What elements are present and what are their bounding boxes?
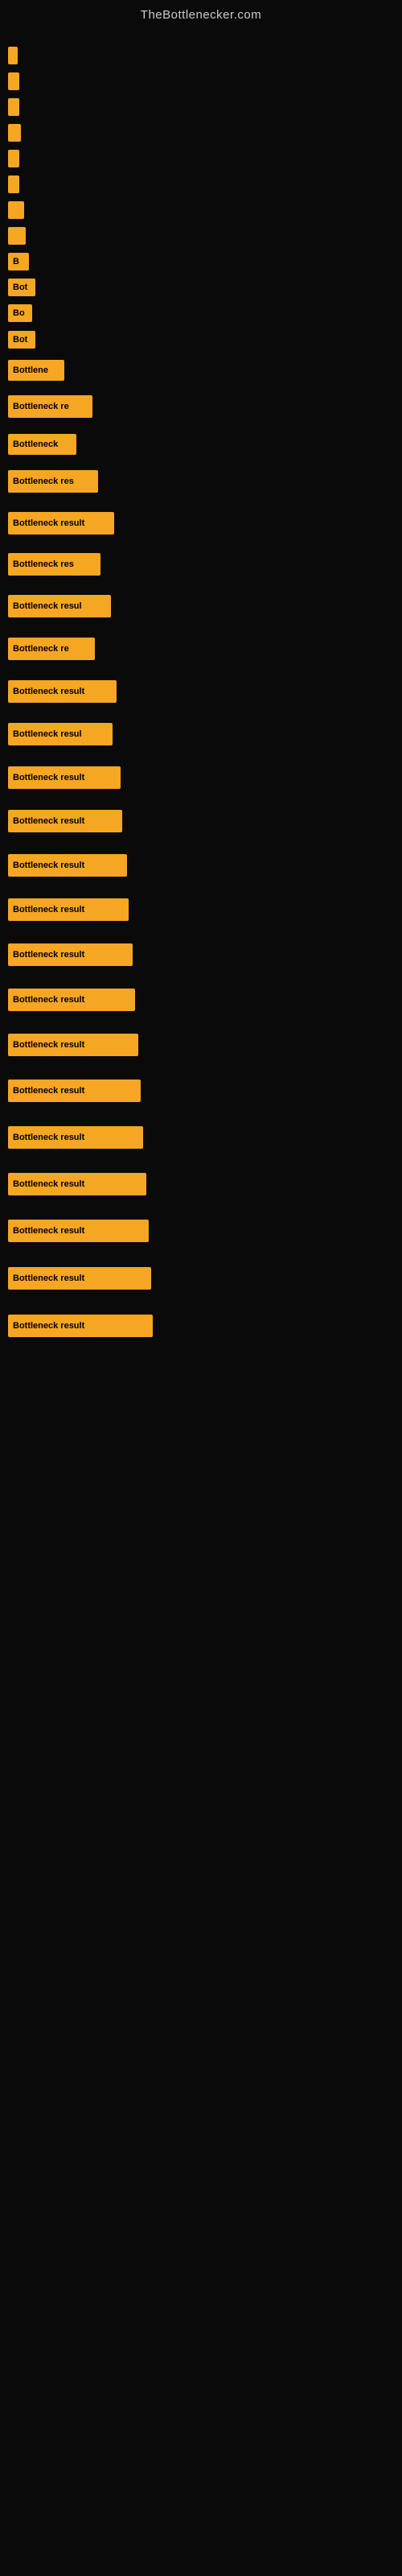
bar-label: Bottleneck result — [8, 1080, 141, 1102]
bar-row — [8, 225, 394, 247]
bar-row: Bottleneck result — [8, 1120, 394, 1155]
bar-row: Bottleneck re — [8, 631, 394, 667]
bar-label: Bottleneck result — [8, 810, 122, 832]
bars-container: B Bot Bo Bot Bottlene Bottleneck re Bottleneck… — [0, 28, 402, 1364]
bar-label — [8, 150, 19, 167]
bar-label: Bottleneck result — [8, 766, 121, 789]
bar-label: Bottleneck res — [8, 470, 98, 493]
bar-row: Bottleneck result — [8, 1027, 394, 1063]
bar-label: Bottleneck res — [8, 553, 100, 576]
bar-row — [8, 122, 394, 144]
bar-label — [8, 124, 21, 142]
bar-label: Bottlene — [8, 360, 64, 381]
bar-label: Bot — [8, 331, 35, 349]
bar-label: Bottleneck result — [8, 1173, 146, 1195]
bar-row — [8, 199, 394, 221]
bar-row: Bottleneck result — [8, 506, 394, 541]
bar-row: Bottleneck result — [8, 892, 394, 927]
bar-label: Bottleneck re — [8, 395, 92, 418]
bar-label — [8, 175, 19, 193]
bar-row: Bottleneck result — [8, 982, 394, 1018]
bar-label — [8, 72, 19, 90]
site-title: TheBottlenecker.com — [0, 0, 402, 28]
bar-row: Bottleneck result — [8, 1308, 394, 1344]
bar-row: Bottleneck result — [8, 1213, 394, 1249]
bar-row: Bottleneck result — [8, 1073, 394, 1108]
bar-label: Bot — [8, 279, 35, 296]
bar-row: Bottleneck res — [8, 547, 394, 582]
bar-label: Bottleneck result — [8, 943, 133, 966]
bar-row — [8, 70, 394, 93]
bar-label — [8, 201, 24, 219]
bar-row: Bottleneck result — [8, 674, 394, 709]
bar-row: Bottleneck resul — [8, 588, 394, 624]
bar-row: Bottleneck — [8, 430, 394, 459]
bar-row: Bottleneck resul — [8, 716, 394, 752]
bar-label — [8, 98, 19, 116]
bar-row — [8, 173, 394, 196]
bar-row: Bot — [8, 276, 394, 299]
bar-label: Bottleneck result — [8, 989, 135, 1011]
bar-row: Bottlene — [8, 356, 394, 385]
bar-label: Bottleneck result — [8, 854, 127, 877]
bar-row: Bottleneck result — [8, 937, 394, 972]
bar-row: B — [8, 250, 394, 273]
bar-label: Bottleneck result — [8, 1126, 143, 1149]
bar-row — [8, 96, 394, 118]
bar-row: Bottleneck res — [8, 464, 394, 499]
bar-label: Bottleneck result — [8, 1267, 151, 1290]
bar-label: Bottleneck result — [8, 898, 129, 921]
bar-row — [8, 147, 394, 170]
bar-row: Bottleneck result — [8, 803, 394, 839]
bar-label: Bottleneck result — [8, 1034, 138, 1056]
bar-row — [8, 44, 394, 67]
bar-label: Bottleneck result — [8, 1220, 149, 1242]
bar-label: Bottleneck resul — [8, 595, 111, 617]
bar-row: Bottleneck result — [8, 1261, 394, 1296]
bar-row: Bot — [8, 328, 394, 351]
bar-label — [8, 227, 26, 245]
bar-label: Bo — [8, 304, 32, 322]
bar-label: Bottleneck result — [8, 680, 117, 703]
bar-label: B — [8, 253, 29, 270]
bar-label: Bottleneck result — [8, 1315, 153, 1337]
bar-row: Bottleneck re — [8, 389, 394, 424]
bar-row: Bottleneck result — [8, 1166, 394, 1202]
bar-label: Bottleneck — [8, 434, 76, 455]
bar-label: Bottleneck re — [8, 638, 95, 660]
bar-label: Bottleneck resul — [8, 723, 113, 745]
bar-label — [8, 47, 18, 64]
bar-label: Bottleneck result — [8, 512, 114, 535]
bar-row: Bo — [8, 302, 394, 324]
bar-row: Bottleneck result — [8, 760, 394, 795]
bar-row: Bottleneck result — [8, 848, 394, 883]
